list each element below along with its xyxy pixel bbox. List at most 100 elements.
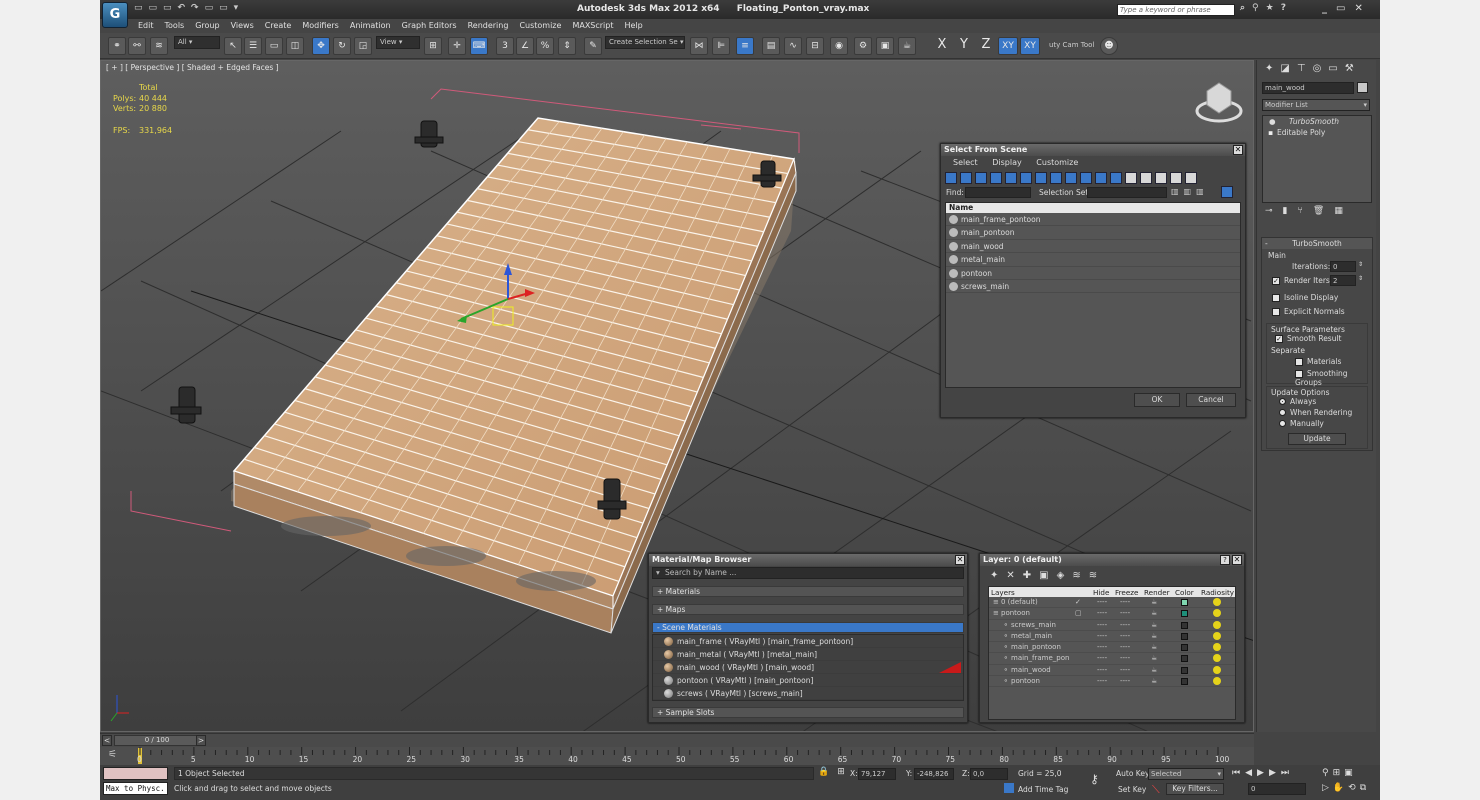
rect-selection-icon[interactable]: ▭	[265, 37, 283, 55]
auto-key-button[interactable]: Auto Key	[1116, 769, 1149, 778]
filter-icon[interactable]	[1170, 172, 1182, 184]
when-rendering-radio[interactable]	[1279, 409, 1286, 416]
select-scene-tab-select[interactable]: Select	[953, 158, 978, 167]
rendered-frame-icon[interactable]: ▣	[876, 37, 894, 55]
smooth-result-checkbox[interactable]: ✓	[1275, 334, 1283, 343]
radiosity-bulb-icon[interactable]	[1213, 631, 1221, 640]
viewport-label[interactable]: [ + ] [ Perspective ] [ Shaded + Edged F…	[106, 63, 279, 72]
scene-item[interactable]: screws_main	[946, 280, 1240, 294]
key-filters-button[interactable]: Key Filters...	[1166, 783, 1224, 795]
maxscript-input[interactable]: Max to Physc.	[103, 782, 168, 795]
freeze-toggle[interactable]: ----	[1120, 620, 1130, 631]
edit-named-sets-icon[interactable]: ✎	[584, 37, 602, 55]
remove-modifier-icon[interactable]: 🗑	[1313, 206, 1334, 216]
options-icon[interactable]	[1221, 186, 1233, 198]
filter-icon[interactable]	[1185, 172, 1197, 184]
orbit-icon[interactable]: ⟲	[1348, 783, 1360, 793]
zoom-all-icon[interactable]: ⊞	[1333, 768, 1345, 778]
prev-key-icon[interactable]: ◀	[1245, 768, 1257, 778]
radiosity-bulb-icon[interactable]	[1213, 643, 1221, 652]
utilities-tab-icon[interactable]: ⚒	[1345, 63, 1361, 74]
z-coord-field[interactable]: 0,0	[970, 768, 1008, 780]
filter-icon[interactable]	[945, 172, 957, 184]
selection-filter-dropdown[interactable]: All ▾	[174, 36, 220, 49]
radiosity-bulb-icon[interactable]	[1213, 609, 1221, 618]
play-icon[interactable]: ▶	[1257, 768, 1269, 778]
hide-all-icon[interactable]: ≋	[1072, 570, 1088, 581]
go-to-end-icon[interactable]: ⏭	[1281, 768, 1294, 778]
scene-materials-section[interactable]: - Scene Materials	[652, 622, 964, 633]
pin-stack-icon[interactable]: ⊸	[1265, 206, 1283, 216]
render-col-header[interactable]: Render	[1144, 588, 1170, 597]
close-icon[interactable]: ✕	[955, 555, 965, 565]
layer-name[interactable]: pontoon	[1001, 608, 1030, 619]
explicit-normals-checkbox[interactable]	[1272, 307, 1280, 316]
layer-icon[interactable]: ⚬	[1003, 676, 1009, 687]
menu-tools[interactable]: Tools	[165, 21, 185, 30]
freeze-toggle[interactable]: ----	[1120, 642, 1130, 653]
maps-section[interactable]: + Maps	[652, 604, 964, 615]
layer-row[interactable]: ⚬ metal_main ---- ---- ☕	[989, 631, 1235, 643]
filter-icon[interactable]	[1020, 172, 1032, 184]
material-search-input[interactable]: ▾ Search by Name ...	[652, 567, 964, 579]
radiosity-bulb-icon[interactable]	[1213, 665, 1221, 674]
delete-layer-icon[interactable]: ✕	[1006, 570, 1022, 581]
layer-color-swatch[interactable]	[1181, 655, 1188, 663]
help-search-input[interactable]: Type a keyword or phrase	[1117, 4, 1235, 16]
hide-toggle[interactable]: ----	[1097, 665, 1107, 676]
stack-item-editable-poly[interactable]: ▪ Editable Poly	[1263, 127, 1371, 138]
window-controls[interactable]: _▭✕	[1322, 3, 1372, 14]
layer-row[interactable]: ⚬ screws_main ---- ---- ☕	[989, 620, 1235, 631]
layer-row[interactable]: ≡ 0 (default) ✓ ---- ---- ☕	[989, 597, 1235, 609]
move-icon[interactable]: ✥	[312, 37, 330, 55]
named-selection-dropdown[interactable]: Create Selection Se ▾	[605, 36, 685, 49]
find-input[interactable]	[965, 187, 1031, 198]
select-by-name-icon[interactable]: ☰	[244, 37, 262, 55]
scene-item[interactable]: metal_main	[946, 253, 1240, 267]
mirror-icon[interactable]: ⋈	[690, 37, 708, 55]
render-setup-icon[interactable]: ⚙	[854, 37, 872, 55]
layer-name[interactable]: pontoon	[1011, 676, 1040, 687]
pan-icon[interactable]: ✋	[1333, 783, 1348, 793]
infocenter-icons[interactable]: ⌕⚲★?	[1240, 3, 1293, 13]
layer-name[interactable]: main_wood	[1011, 665, 1051, 676]
cam-tool-icon[interactable]: ☻	[1100, 37, 1118, 55]
layer-icon[interactable]: ⚬	[1003, 665, 1009, 676]
manually-radio[interactable]	[1279, 420, 1286, 427]
scene-item[interactable]: pontoon	[946, 267, 1240, 280]
hide-toggle[interactable]: ----	[1097, 620, 1107, 631]
freeze-toggle[interactable]: ----	[1120, 608, 1130, 619]
freeze-toggle[interactable]: ----	[1120, 631, 1130, 642]
selection-set-dropdown[interactable]	[1087, 187, 1167, 198]
go-to-start-icon[interactable]: ⏮	[1232, 768, 1245, 778]
material-item[interactable]: screws ( VRayMtl ) [screws_main]	[653, 687, 963, 700]
layer-name[interactable]: main_pontoon	[1011, 642, 1061, 653]
configure-sets-icon[interactable]: ▦	[1334, 206, 1353, 216]
keyboard-shortcut-icon[interactable]: ⌨	[470, 37, 488, 55]
filter-icon[interactable]	[1125, 172, 1137, 184]
hierarchy-tab-icon[interactable]: ⊤	[1297, 63, 1313, 74]
time-slider-thumb[interactable]: 0 / 100	[114, 735, 200, 746]
window-crossing-icon[interactable]: ◫	[286, 37, 304, 55]
material-item[interactable]: main_wood ( VRayMtl ) [main_wood]	[653, 661, 963, 674]
radiosity-bulb-icon[interactable]	[1213, 654, 1221, 663]
material-item[interactable]: pontoon ( VRayMtl ) [main_pontoon]	[653, 674, 963, 687]
object-name-field[interactable]: main_wood	[1262, 82, 1354, 94]
ref-coord-dropdown[interactable]: View ▾	[376, 36, 420, 49]
filter-icon[interactable]	[1110, 172, 1122, 184]
help-button[interactable]: ?	[1220, 555, 1230, 565]
layer-color-swatch[interactable]	[1181, 610, 1188, 618]
motion-tab-icon[interactable]: ◎	[1313, 63, 1329, 74]
menu-group[interactable]: Group	[195, 21, 219, 30]
radiosity-bulb-icon[interactable]	[1213, 677, 1221, 686]
render-teapot-icon[interactable]: ☕	[1151, 608, 1157, 619]
key-mode-dropdown[interactable]: Selected ▾	[1148, 768, 1224, 780]
hide-toggle[interactable]: ----	[1097, 597, 1107, 608]
freeze-toggle[interactable]: ----	[1120, 676, 1130, 687]
menu-edit[interactable]: Edit	[138, 21, 154, 30]
scale-icon[interactable]: ◲	[354, 37, 372, 55]
freeze-toggle[interactable]: ----	[1120, 597, 1130, 608]
layer-color-swatch[interactable]	[1181, 678, 1188, 686]
zoom-extents-icon[interactable]: ▣	[1344, 768, 1357, 778]
layers-col-header[interactable]: Layers	[991, 588, 1015, 597]
